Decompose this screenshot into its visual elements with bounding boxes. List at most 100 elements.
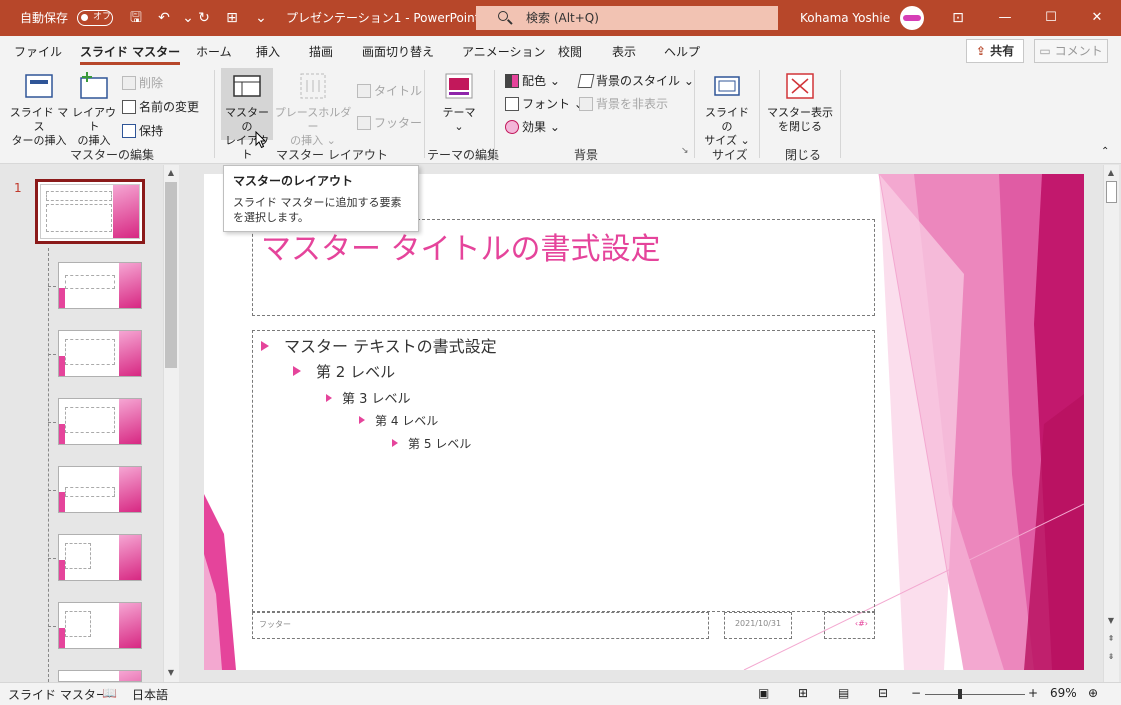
search-box[interactable]: 検索 (Alt+Q) — [476, 6, 778, 30]
tab-transitions[interactable]: 画面切り替え — [362, 43, 434, 60]
next-slide-icon[interactable]: ⇟ — [1104, 650, 1118, 664]
normal-view-icon[interactable]: ▣ — [758, 686, 769, 700]
tab-draw[interactable]: 描画 — [309, 43, 333, 60]
previous-slide-icon[interactable]: ⇞ — [1104, 632, 1118, 646]
title-checkbox[interactable]: タイトル — [357, 82, 422, 99]
scroll-down-icon[interactable]: ▼ — [1104, 614, 1118, 628]
thumb-body-ph — [46, 204, 112, 232]
slide-size-button[interactable]: スライドの サイズ ⌄ — [701, 72, 753, 148]
fit-to-window-icon[interactable]: ⊕ — [1088, 686, 1098, 700]
save-icon[interactable]: 🖫 — [126, 8, 146, 28]
tab-help[interactable]: ヘルプ — [664, 43, 700, 60]
layout-connector — [48, 490, 56, 491]
zoom-in-icon[interactable]: + — [1028, 686, 1038, 700]
autosave-toggle[interactable]: オフ — [77, 10, 113, 26]
dialog-launcher-icon[interactable]: ↘ — [681, 146, 689, 156]
thumb-placeholder — [65, 407, 115, 433]
ribbon: スライド マス ターの挿入 レイアウト の挿入 削除 名前の変更 保持 マスター… — [0, 66, 1121, 164]
minimize-button[interactable]: — — [982, 0, 1028, 36]
reading-view-icon[interactable]: ▤ — [838, 686, 849, 700]
restore-button[interactable]: ☐ — [1028, 0, 1074, 36]
user-name[interactable]: Kohama Yoshie — [800, 0, 890, 36]
master-layout-button[interactable]: マスターの レイアウト — [221, 68, 273, 161]
zoom-slider-thumb[interactable] — [957, 689, 962, 699]
scroll-down-icon[interactable]: ▼ — [164, 666, 178, 680]
fonts-button[interactable]: フォント ⌄ — [505, 95, 584, 112]
thumbnail-layout[interactable] — [58, 330, 142, 377]
collapse-ribbon-icon[interactable]: ⌃ — [1101, 146, 1109, 157]
level4-label: 第 4 レベル — [375, 414, 439, 428]
rename-label: 名前の変更 — [139, 100, 200, 114]
undo-icon[interactable]: ↶ — [154, 8, 174, 28]
insert-layout-button[interactable]: レイアウト の挿入 — [70, 72, 118, 148]
body-placeholder[interactable]: マスター テキストの書式設定 第 2 レベル 第 3 レベル 第 4 レベル 第… — [252, 330, 875, 612]
delete-button[interactable]: 削除 — [122, 74, 163, 91]
thumbnail-layout[interactable] — [58, 670, 142, 682]
scroll-up-icon[interactable]: ▲ — [164, 166, 178, 180]
thumbnail-layout[interactable] — [58, 602, 142, 649]
checkbox-icon — [357, 84, 371, 98]
insert-slide-master-label-1: スライド マス — [9, 106, 69, 133]
slide-scrollbar[interactable] — [1103, 165, 1119, 682]
group-label-master-edit: マスターの編集 — [70, 148, 155, 162]
title-placeholder[interactable]: マスター タイトルの書式設定 — [252, 219, 875, 316]
slide-master[interactable]: マスター タイトルの書式設定 マスター テキストの書式設定 第 2 レベル 第 … — [204, 174, 1084, 670]
tab-insert[interactable]: 挿入 — [256, 43, 280, 60]
title-bar: 自動保存 オフ 🖫 ↶ ⌄ ↻ ⊞ ⌄ プレゼンテーション1 - PowerPo… — [0, 0, 1121, 36]
level4-text: 第 4 レベル — [359, 412, 438, 429]
zoom-out-icon[interactable]: − — [911, 686, 921, 700]
present-from-start-icon[interactable]: ⊞ — [222, 8, 242, 28]
insert-placeholder-button[interactable]: プレースホルダー の挿入 ⌄ — [274, 72, 352, 148]
slide-number-placeholder[interactable]: ‹#› — [824, 612, 875, 639]
thumbnail-layout[interactable] — [58, 534, 142, 581]
tab-view[interactable]: 表示 — [612, 43, 636, 60]
colors-button[interactable]: 配色 ⌄ — [505, 72, 560, 89]
ribbon-separator — [424, 70, 425, 158]
thumb-title-ph — [46, 191, 112, 201]
effects-button[interactable]: 効果 ⌄ — [505, 118, 560, 135]
spelling-icon[interactable]: 📖 — [102, 686, 117, 700]
avatar[interactable] — [900, 6, 924, 30]
zoom-level[interactable]: 69% — [1050, 686, 1077, 700]
tab-home[interactable]: ホーム — [196, 43, 232, 60]
tab-slide-master[interactable]: スライド マスター — [80, 43, 181, 65]
preserve-button[interactable]: 保持 — [122, 122, 163, 139]
insert-slide-master-button[interactable]: スライド マス ターの挿入 — [8, 72, 70, 148]
footer-checkbox[interactable]: フッター — [357, 114, 422, 131]
tab-animations[interactable]: アニメーション — [462, 43, 546, 60]
slide-scroll-thumb[interactable] — [1106, 181, 1117, 203]
tab-review[interactable]: 校閲 — [558, 43, 582, 60]
date-text: 2021/10/31 — [734, 619, 782, 628]
rename-button[interactable]: 名前の変更 — [122, 98, 199, 115]
customize-qat-icon[interactable]: ⌄ — [251, 8, 271, 28]
footer-placeholder[interactable]: フッター — [252, 612, 709, 639]
master-layout-icon — [232, 72, 262, 100]
comment-button[interactable]: ▭ コメント — [1034, 39, 1108, 63]
comment-label: コメント — [1054, 44, 1103, 58]
zoom-slider[interactable] — [925, 694, 1025, 695]
scroll-up-icon[interactable]: ▲ — [1104, 166, 1118, 180]
thumbnail-scroll-thumb[interactable] — [165, 182, 177, 368]
date-placeholder[interactable]: 2021/10/31 — [724, 612, 792, 639]
close-button[interactable]: ✕ — [1074, 0, 1120, 36]
close-master-view-button[interactable]: マスター表示 を閉じる — [766, 72, 834, 134]
background-styles-button[interactable]: 背景のスタイル ⌄ — [577, 72, 694, 89]
thumb-pink-band — [59, 288, 65, 308]
status-language[interactable]: 日本語 — [132, 686, 168, 703]
slide-sorter-icon[interactable]: ⊞ — [798, 686, 808, 700]
thumbnail-master[interactable] — [35, 179, 145, 244]
tab-file[interactable]: ファイル — [14, 43, 62, 60]
ribbon-display-options-icon[interactable]: ⊡ — [948, 8, 968, 28]
redo-icon[interactable]: ↻ — [194, 8, 214, 28]
share-button[interactable]: ⇪ 共有 — [966, 39, 1024, 63]
thumb-pink-band — [119, 671, 141, 681]
fonts-label: フォント ⌄ — [522, 97, 584, 111]
thumbnail-layout[interactable] — [58, 398, 142, 445]
ribbon-separator — [694, 70, 695, 158]
thumbnail-layout[interactable] — [58, 466, 142, 513]
hide-background-checkbox[interactable]: 背景を非表示 — [579, 95, 668, 112]
theme-button[interactable]: テーマ ⌄ — [440, 72, 478, 134]
delete-label: 削除 — [139, 76, 164, 90]
thumbnail-layout[interactable] — [58, 262, 142, 309]
slideshow-icon[interactable]: ⊟ — [878, 686, 888, 700]
